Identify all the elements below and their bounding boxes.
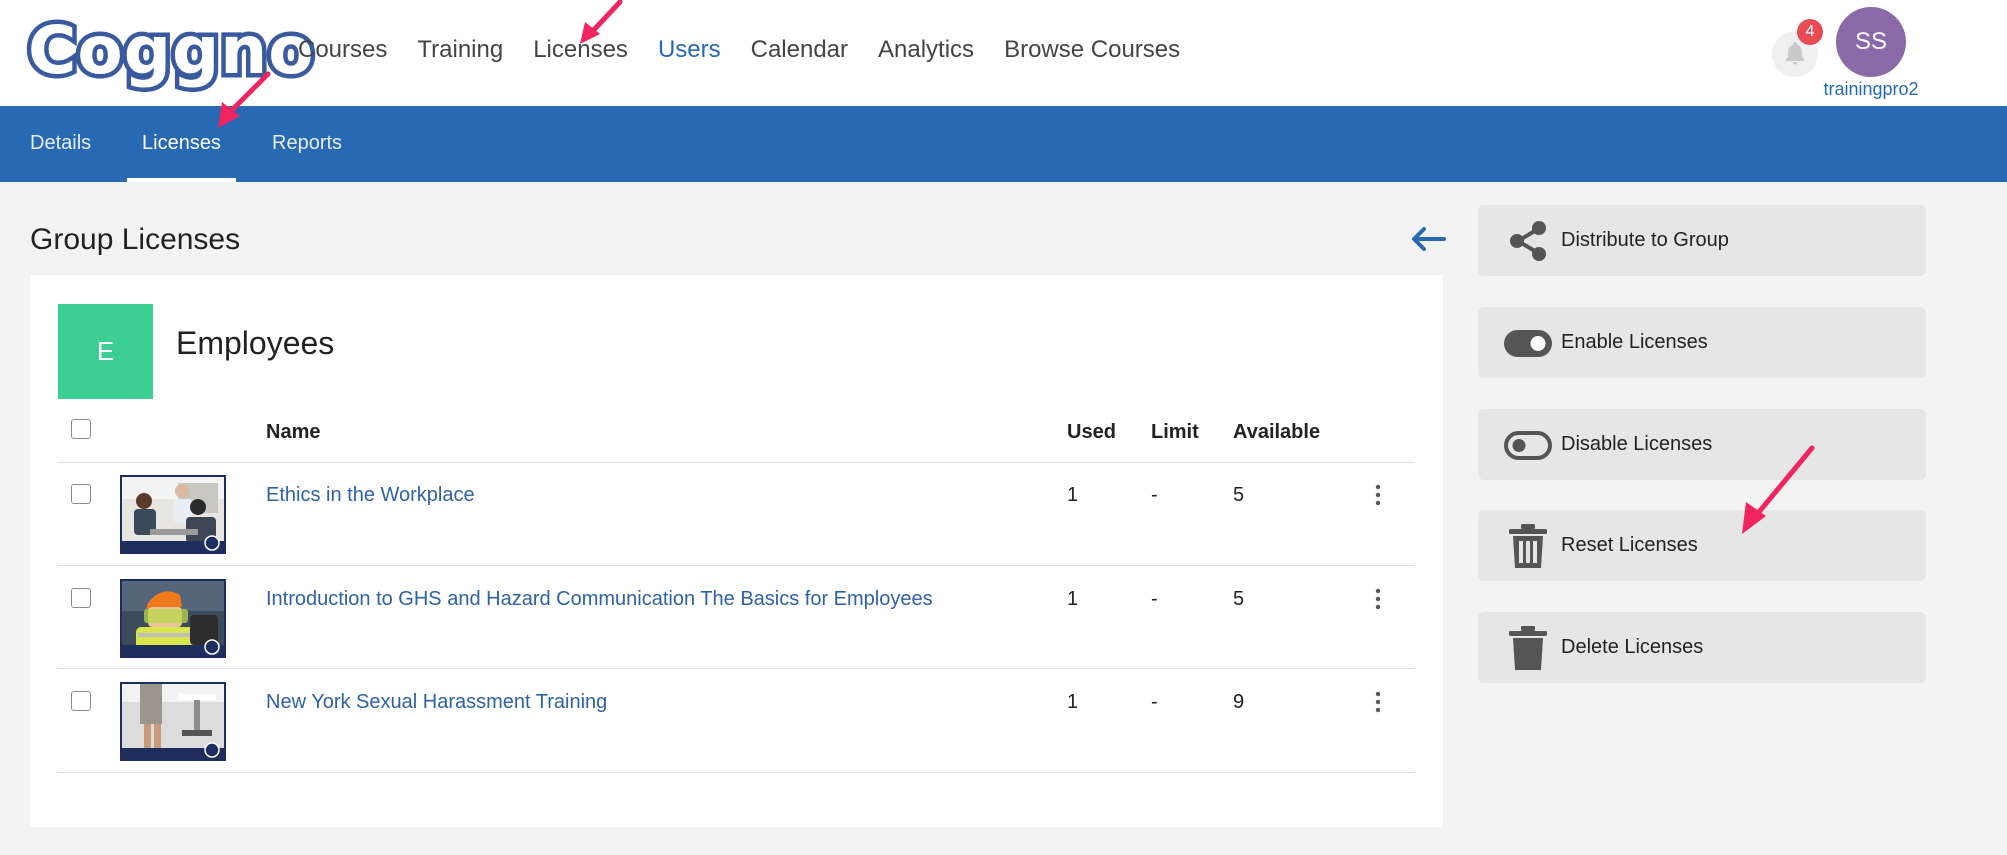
select-all-checkbox[interactable] (71, 419, 91, 439)
available-count: 9 (1233, 691, 1245, 713)
more-vertical-icon (1375, 484, 1381, 506)
table-divider (58, 772, 1414, 773)
course-thumbnail[interactable] (120, 579, 226, 658)
more-vertical-icon (1375, 588, 1381, 610)
reset-licenses-button[interactable]: Reset Licenses (1478, 510, 1926, 581)
column-header-limit: Limit (1151, 421, 1199, 443)
page-title: Group Licenses (30, 223, 241, 256)
column-header-used: Used (1067, 421, 1116, 443)
limit-value: - (1151, 588, 1158, 610)
row-checkbox[interactable] (71, 691, 91, 711)
group-name: Employees (176, 325, 335, 361)
notification-count-badge: 4 (1797, 19, 1823, 45)
table-divider (58, 668, 1414, 669)
share-icon (1510, 221, 1546, 261)
action-label: Disable Licenses (1561, 433, 1713, 455)
table-divider (58, 565, 1414, 566)
disable-licenses-button[interactable]: Disable Licenses (1478, 409, 1926, 480)
tab-reports[interactable]: Reports (257, 106, 357, 182)
trash-outline-icon (1509, 524, 1547, 568)
course-thumbnail[interactable] (120, 475, 226, 554)
enable-licenses-button[interactable]: Enable Licenses (1478, 307, 1926, 378)
action-label: Enable Licenses (1561, 331, 1708, 353)
column-header-available: Available (1233, 421, 1321, 443)
sub-nav: Details Licenses Reports (0, 106, 2007, 182)
available-count: 5 (1233, 588, 1245, 610)
row-checkbox[interactable] (71, 588, 91, 608)
action-label: Distribute to Group (1561, 229, 1729, 251)
delete-licenses-button[interactable]: Delete Licenses (1478, 612, 1926, 683)
trash-icon (1509, 626, 1547, 670)
used-count: 1 (1067, 691, 1079, 713)
username-link[interactable]: trainingpro2 (1800, 79, 1942, 100)
toggle-off-icon (1504, 431, 1552, 460)
arrow-left-icon (1412, 227, 1446, 251)
row-menu-button[interactable] (1368, 482, 1388, 508)
action-label: Delete Licenses (1561, 636, 1704, 658)
available-count: 5 (1233, 484, 1245, 506)
limit-value: - (1151, 484, 1158, 506)
table-divider (58, 462, 1414, 463)
action-label: Reset Licenses (1561, 534, 1698, 556)
nav-calendar[interactable]: Calendar (751, 36, 848, 64)
distribute-to-group-button[interactable]: Distribute to Group (1478, 205, 1926, 276)
bell-icon (1785, 42, 1805, 65)
coggno-logo[interactable]: Coggno (24, 13, 319, 88)
column-header-name: Name (266, 421, 321, 443)
used-count: 1 (1067, 588, 1079, 610)
row-menu-button[interactable] (1368, 586, 1388, 612)
nav-courses[interactable]: Courses (298, 36, 387, 64)
licenses-card: E Employees Name Used Limit Available Et… (30, 275, 1443, 827)
row-checkbox[interactable] (71, 484, 91, 504)
course-link[interactable]: Ethics in the Workplace (266, 484, 475, 507)
nav-analytics[interactable]: Analytics (878, 36, 974, 64)
nav-users[interactable]: Users (658, 36, 721, 64)
main-nav: Courses Training Licenses Users Calendar… (298, 36, 1210, 64)
toggle-on-icon (1504, 330, 1552, 357)
row-menu-button[interactable] (1368, 689, 1388, 715)
course-link[interactable]: New York Sexual Harassment Training (266, 691, 607, 714)
tab-licenses[interactable]: Licenses (127, 106, 236, 182)
course-thumbnail[interactable] (120, 682, 226, 761)
group-avatar: E (58, 304, 153, 399)
nav-licenses[interactable]: Licenses (533, 36, 628, 64)
user-avatar[interactable]: SS (1836, 7, 1906, 77)
tab-details[interactable]: Details (15, 106, 106, 182)
back-button[interactable] (1408, 222, 1448, 256)
course-link[interactable]: Introduction to GHS and Hazard Communica… (266, 588, 933, 611)
limit-value: - (1151, 691, 1158, 713)
more-vertical-icon (1375, 691, 1381, 713)
nav-browse-courses[interactable]: Browse Courses (1004, 36, 1180, 64)
top-header: Coggno Courses Training Licenses Users C… (0, 0, 2007, 106)
nav-training[interactable]: Training (417, 36, 503, 64)
used-count: 1 (1067, 484, 1079, 506)
